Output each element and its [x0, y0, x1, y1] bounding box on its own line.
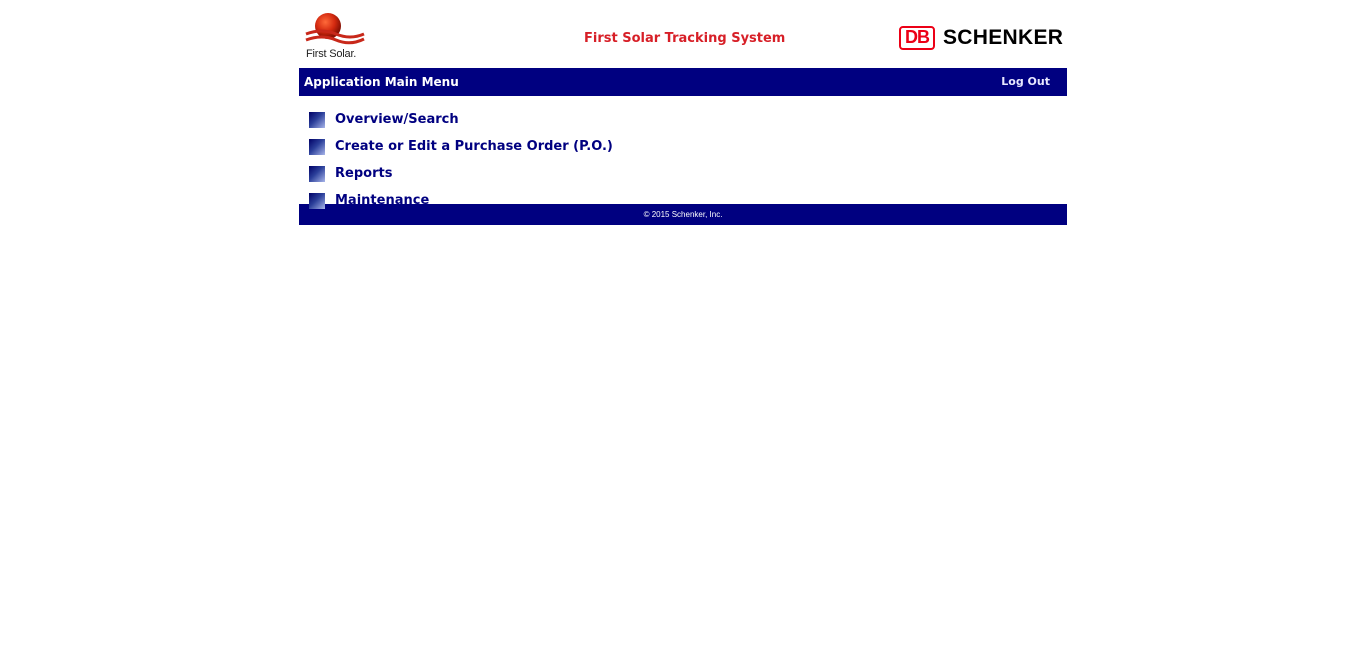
page-container: First Solar. First Solar Tracking System…	[299, 0, 1067, 225]
schenker-logo-text: SCHENKER	[943, 26, 1064, 49]
menu-list: Overview/Search Create or Edit a Purchas…	[299, 96, 1067, 209]
square-bullet-icon	[309, 138, 325, 155]
logout-link[interactable]: Log Out	[1001, 75, 1050, 88]
main-menu-bar: Application Main Menu Log Out	[299, 68, 1067, 96]
menu-item-purchase-order[interactable]: Create or Edit a Purchase Order (P.O.)	[309, 133, 1067, 160]
db-logo-box: DB	[899, 26, 935, 50]
first-solar-sun-icon	[305, 13, 365, 45]
copyright-text: © 2015 Schenker, Inc.	[643, 210, 723, 219]
square-bullet-icon	[309, 165, 325, 182]
menu-item-label[interactable]: Create or Edit a Purchase Order (P.O.)	[335, 139, 613, 154]
menu-item-overview-search[interactable]: Overview/Search	[309, 106, 1067, 133]
menu-bar-title: Application Main Menu	[304, 75, 459, 89]
page-header: First Solar. First Solar Tracking System…	[299, 0, 1067, 68]
first-solar-logo-text: First Solar.	[306, 48, 357, 60]
square-bullet-icon	[309, 111, 325, 128]
square-bullet-icon	[309, 192, 325, 209]
first-solar-logo: First Solar.	[304, 12, 366, 64]
menu-item-label[interactable]: Overview/Search	[335, 112, 459, 127]
menu-item-reports[interactable]: Reports	[309, 160, 1067, 187]
menu-item-label[interactable]: Reports	[335, 166, 392, 181]
app-title: First Solar Tracking System	[584, 31, 786, 46]
db-schenker-logo: DB SCHENKER	[899, 24, 1063, 52]
menu-item-label[interactable]: Maintenance	[335, 193, 429, 208]
